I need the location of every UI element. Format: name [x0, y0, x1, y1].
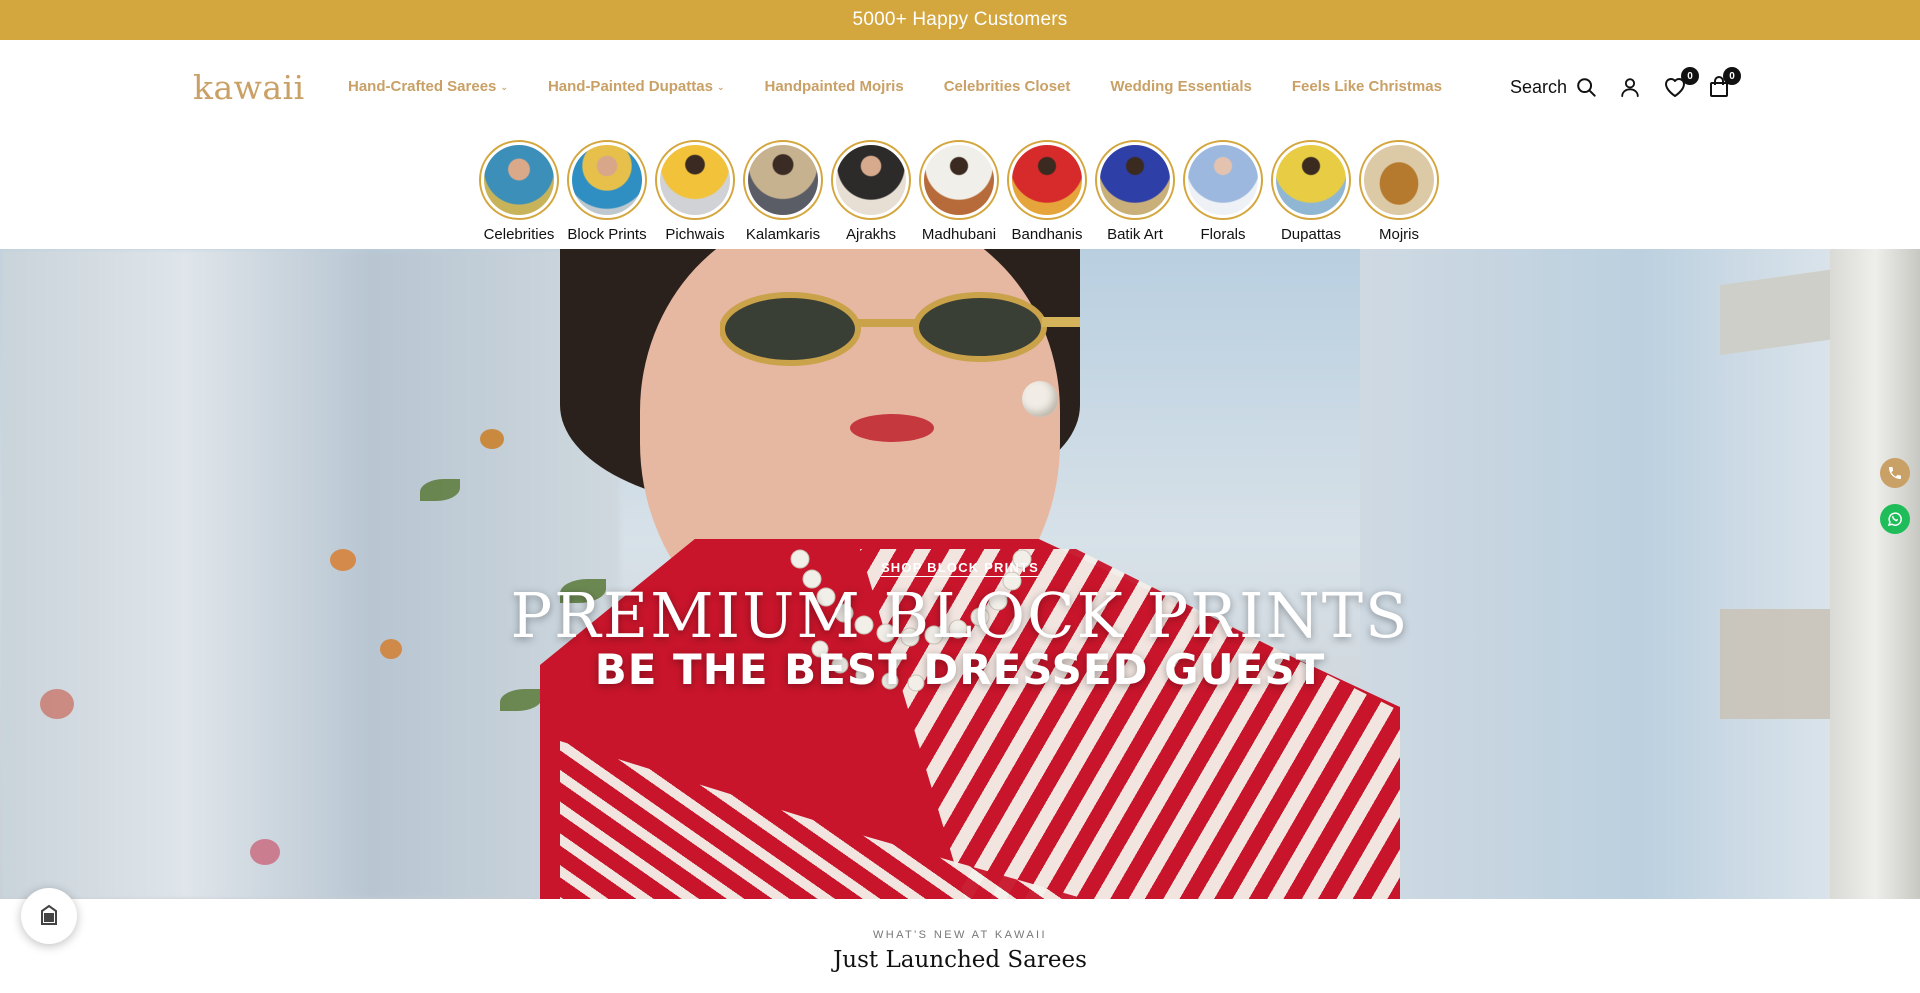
category-thumbnail	[831, 140, 911, 220]
category-label: Ajrakhs	[845, 226, 897, 243]
main-nav: Hand-Crafted Sarees ⌄ Hand-Painted Dupat…	[348, 78, 1442, 95]
category-florals[interactable]: Florals	[1179, 140, 1267, 243]
category-thumbnail	[1095, 140, 1175, 220]
nav-item-label: Celebrities Closet	[943, 78, 1071, 95]
category-celebrities[interactable]: Celebrities	[475, 140, 563, 243]
category-thumbnail	[655, 140, 735, 220]
nav-item-label: Wedding Essentials	[1110, 78, 1252, 95]
category-pichwais[interactable]: Pichwais	[651, 140, 739, 243]
search-icon	[1577, 78, 1596, 97]
flower-decor	[250, 839, 280, 865]
category-strip: Celebrities Block Prints Pichwais Kalamk…	[475, 140, 1443, 243]
hero-model-lips	[850, 414, 934, 442]
category-thumbnail	[567, 140, 647, 220]
category-ajrakhs[interactable]: Ajrakhs	[827, 140, 915, 243]
wishlist-button[interactable]: 0	[1663, 67, 1700, 98]
chevron-down-icon: ⌄	[716, 82, 725, 92]
shop-block-prints-link[interactable]: SHOP BLOCK PRINTS	[881, 560, 1039, 575]
category-label: Bandhanis	[1011, 226, 1083, 243]
section-title: Just Launched Sarees	[833, 947, 1087, 973]
category-batik-art[interactable]: Batik Art	[1091, 140, 1179, 243]
earring-graphic	[1022, 381, 1058, 417]
search-button[interactable]: Search	[1510, 76, 1597, 98]
nav-item-label: Feels Like Christmas	[1291, 78, 1442, 95]
category-label: Batik Art	[1107, 226, 1163, 243]
rewards-icon	[41, 904, 57, 925]
user-icon	[1621, 78, 1639, 98]
category-madhubani[interactable]: Madhubani	[915, 140, 1003, 243]
category-label: Madhubani	[921, 226, 997, 243]
hero-banner[interactable]: SHOP BLOCK PRINTS PREMIUM BLOCK PRINTS B…	[0, 249, 1920, 899]
category-thumbnail	[1271, 140, 1351, 220]
category-kalamkaris[interactable]: Kalamkaris	[739, 140, 827, 243]
category-block-prints[interactable]: Block Prints	[563, 140, 651, 243]
nav-item-hand-crafted-sarees[interactable]: Hand-Crafted Sarees ⌄	[348, 78, 508, 95]
nav-item-feels-like-christmas[interactable]: Feels Like Christmas	[1292, 78, 1442, 95]
rewards-button[interactable]	[21, 888, 77, 944]
category-label: Pichwais	[665, 226, 725, 243]
category-thumbnail	[743, 140, 823, 220]
category-thumbnail	[1007, 140, 1087, 220]
hero-subtitle: BE THE BEST DRESSED GUEST	[594, 645, 1326, 694]
nav-item-celebrities-closet[interactable]: Celebrities Closet	[944, 78, 1071, 95]
chevron-down-icon: ⌄	[500, 82, 508, 92]
category-thumbnail	[919, 140, 999, 220]
nav-item-handpainted-mojris[interactable]: Handpainted Mojris	[765, 78, 904, 95]
nav-item-hand-painted-dupattas[interactable]: Hand-Painted Dupattas ⌄	[548, 78, 725, 95]
announcement-bar: 5000+ Happy Customers	[0, 0, 1920, 40]
hero-kicker: SHOP BLOCK PRINTS	[0, 560, 1920, 575]
nav-item-label: Handpainted Mojris	[764, 78, 904, 95]
new-arrivals-section: WHAT'S NEW AT KAWAII Just Launched Saree…	[0, 899, 1920, 993]
call-button[interactable]	[1880, 458, 1910, 488]
category-thumbnail	[1359, 140, 1439, 220]
brand-logo[interactable]: kawaii	[193, 68, 305, 107]
phone-icon	[1889, 467, 1901, 479]
section-kicker: WHAT'S NEW AT KAWAII	[873, 929, 1047, 941]
header-actions: Search 0 0	[1510, 67, 1742, 98]
search-label: Search	[1510, 76, 1568, 97]
category-label: Dupattas	[1280, 226, 1342, 243]
category-thumbnail	[479, 140, 559, 220]
nav-item-label: Hand-Crafted Sarees	[348, 78, 497, 95]
category-label: Celebrities	[483, 226, 555, 243]
site-header: kawaii Hand-Crafted Sarees ⌄ Hand-Painte…	[0, 40, 1920, 140]
category-label: Mojris	[1379, 226, 1419, 243]
sunglasses-graphic	[720, 292, 1080, 366]
cart-button[interactable]: 0	[1709, 67, 1742, 98]
category-label: Kalamkaris	[745, 226, 821, 243]
category-label: Florals	[1200, 226, 1246, 243]
flower-decor	[480, 429, 504, 449]
category-thumbnail	[1183, 140, 1263, 220]
account-button[interactable]	[1619, 76, 1641, 98]
hero-title: PREMIUM BLOCK PRINTS	[510, 579, 1410, 652]
wishlist-count-badge: 0	[1681, 67, 1700, 85]
nav-item-label: Hand-Painted Dupattas	[547, 78, 713, 95]
announcement-text: 5000+ Happy Customers	[852, 9, 1068, 30]
cart-count-badge: 0	[1723, 67, 1742, 85]
category-label: Block Prints	[567, 226, 647, 243]
category-dupattas[interactable]: Dupattas	[1267, 140, 1355, 243]
whatsapp-icon	[1887, 512, 1902, 527]
nav-item-wedding-essentials[interactable]: Wedding Essentials	[1110, 78, 1251, 95]
category-bandhanis[interactable]: Bandhanis	[1003, 140, 1091, 243]
whatsapp-button[interactable]	[1880, 504, 1910, 534]
category-mojris[interactable]: Mojris	[1355, 140, 1443, 243]
